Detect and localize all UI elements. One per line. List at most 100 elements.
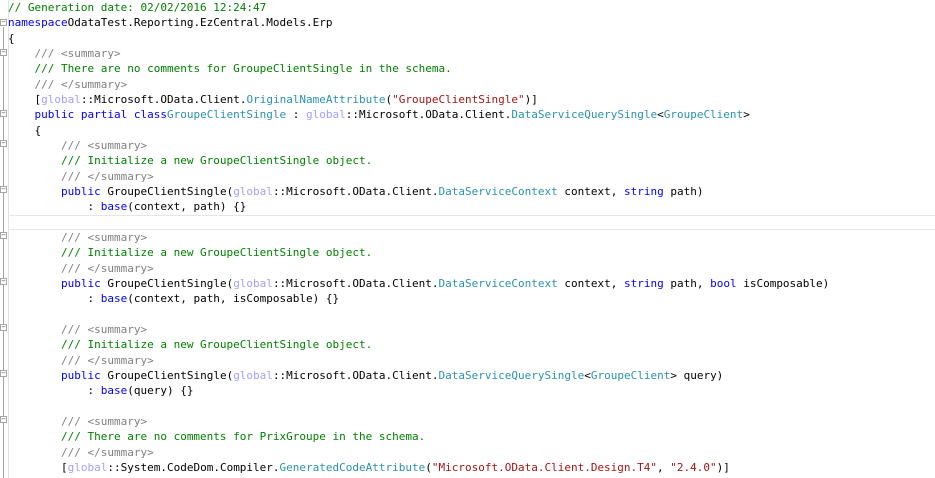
- code-token: /// There are no comments for GroupeClie…: [34, 62, 452, 75]
- code-line[interactable]: /// </summary>: [8, 261, 935, 276]
- code-token: DataServiceQuerySingle: [511, 108, 658, 121]
- collapse-constructor-icon[interactable]: −: [0, 186, 7, 193]
- collapse-summary-icon[interactable]: −: [0, 140, 7, 147]
- code-line[interactable]: /// <summary>: [8, 46, 935, 61]
- code-token: string: [623, 185, 664, 198]
- code-token: DataServiceQuerySingle: [438, 369, 585, 382]
- code-token: /// </summary>: [60, 446, 154, 459]
- collapse-class-icon[interactable]: −: [0, 110, 7, 117]
- code-token: public: [60, 185, 101, 198]
- code-line[interactable]: [global::Microsoft.OData.Client.Original…: [8, 92, 935, 107]
- collapse-summary-icon[interactable]: −: [0, 416, 7, 423]
- code-token: "GroupeClientSingle": [392, 93, 525, 106]
- code-token: /// Initialize a new GroupeClientSingle …: [60, 246, 373, 259]
- code-token: )]: [716, 461, 730, 474]
- code-line[interactable]: /// <summary>: [8, 322, 935, 337]
- code-line[interactable]: /// </summary>: [8, 445, 935, 460]
- code-token: (: [425, 461, 432, 474]
- code-token: ,: [657, 461, 671, 474]
- collapse-summary-icon[interactable]: −: [0, 49, 7, 56]
- code-line[interactable]: : base(query) {}: [8, 383, 935, 398]
- code-token: global: [233, 277, 273, 290]
- code-token: "Microsoft.OData.Client.Design.T4": [431, 461, 658, 474]
- code-token: GroupeClient: [590, 369, 671, 382]
- code-token: /// <summary>: [60, 139, 148, 152]
- code-line[interactable]: /// <summary>: [8, 138, 935, 153]
- code-token: [: [8, 93, 42, 106]
- code-line[interactable]: [8, 307, 935, 322]
- code-line[interactable]: /// Initialize a new GroupeClientSingle …: [8, 153, 935, 168]
- code-token: path,: [663, 277, 711, 290]
- code-line[interactable]: namespaceOdataTest.Reporting.EzCentral.M…: [8, 15, 935, 30]
- code-token: >: [743, 108, 750, 121]
- code-token: base: [100, 200, 128, 213]
- collapse-constructor-icon[interactable]: −: [0, 370, 7, 377]
- code-token: (context, path, isComposable) {}: [127, 292, 340, 305]
- collapse-constructor-icon[interactable]: −: [0, 278, 7, 285]
- code-line[interactable]: : base(context, path, isComposable) {}: [8, 291, 935, 306]
- code-line[interactable]: public GroupeClientSingle(global::Micros…: [8, 276, 935, 291]
- code-token: /// </summary>: [60, 262, 154, 275]
- code-token: (context, path) {}: [127, 200, 247, 213]
- code-line[interactable]: public GroupeClientSingle(global::Micros…: [8, 368, 935, 383]
- code-token: ::System.CodeDom.Compiler.: [107, 461, 280, 474]
- code-token: :: [8, 200, 101, 213]
- collapse-summary-icon[interactable]: −: [0, 324, 7, 331]
- code-line[interactable]: public GroupeClientSingle(global::Micros…: [8, 184, 935, 199]
- code-line[interactable]: /// </summary>: [8, 77, 935, 92]
- code-token: {: [8, 124, 42, 137]
- code-line[interactable]: : base(context, path) {}: [8, 199, 935, 214]
- code-line[interactable]: /// Initialize a new GroupeClientSingle …: [8, 337, 935, 352]
- code-line[interactable]: public partial classGroupeClientSingle :…: [8, 107, 935, 122]
- code-token: :: [8, 292, 101, 305]
- code-token: base: [100, 384, 128, 397]
- code-token: public: [60, 369, 101, 382]
- code-line[interactable]: /// <summary>: [8, 230, 935, 245]
- code-line[interactable]: /// </summary>: [8, 353, 935, 368]
- code-line[interactable]: [8, 399, 935, 414]
- code-line[interactable]: // Generation date: 02/02/2016 12:24:47: [8, 0, 935, 15]
- code-token: /// Initialize a new GroupeClientSingle …: [60, 154, 373, 167]
- code-token: :: [8, 384, 101, 397]
- code-token: )]: [524, 93, 538, 106]
- code-token: global: [41, 93, 81, 106]
- code-token: GroupeClientSingle: [166, 108, 287, 121]
- code-line[interactable]: /// There are no comments for GroupeClie…: [8, 61, 935, 76]
- code-token: GroupeClient: [663, 108, 744, 121]
- code-token: OdataTest.Reporting.EzCentral.Models.Erp: [67, 16, 333, 29]
- code-token: {: [8, 32, 15, 45]
- code-editor[interactable]: − − − − − − − − − − // Generation date: …: [0, 0, 935, 478]
- code-token: /// <summary>: [60, 231, 148, 244]
- code-token: GeneratedCodeAttribute: [279, 461, 426, 474]
- code-line[interactable]: [global::System.CodeDom.Compiler.Generat…: [8, 460, 935, 475]
- code-line[interactable]: /// <summary>: [8, 414, 935, 429]
- code-token: path): [663, 185, 704, 198]
- code-line[interactable]: /// Initialize a new GroupeClientSingle …: [8, 245, 935, 260]
- code-token: /// <summary>: [34, 47, 121, 60]
- code-token: [: [8, 461, 68, 474]
- code-token: global: [67, 461, 108, 474]
- code-line[interactable]: /// There are no comments for PrixGroupe…: [8, 429, 935, 444]
- code-token: global: [306, 108, 346, 121]
- code-token: /// </summary>: [34, 78, 128, 91]
- collapse-namespace-icon[interactable]: −: [0, 19, 7, 26]
- code-token: /// Initialize a new GroupeClientSingle …: [60, 338, 373, 351]
- code-line[interactable]: [8, 215, 935, 230]
- code-line[interactable]: /// </summary>: [8, 169, 935, 184]
- code-token: ::Microsoft.OData.Client.: [272, 185, 439, 198]
- collapse-summary-icon[interactable]: −: [0, 232, 7, 239]
- code-line[interactable]: {: [8, 123, 935, 138]
- code-line[interactable]: {: [8, 31, 935, 46]
- code-token: /// <summary>: [60, 323, 148, 336]
- code-token: DataServiceContext: [438, 185, 558, 198]
